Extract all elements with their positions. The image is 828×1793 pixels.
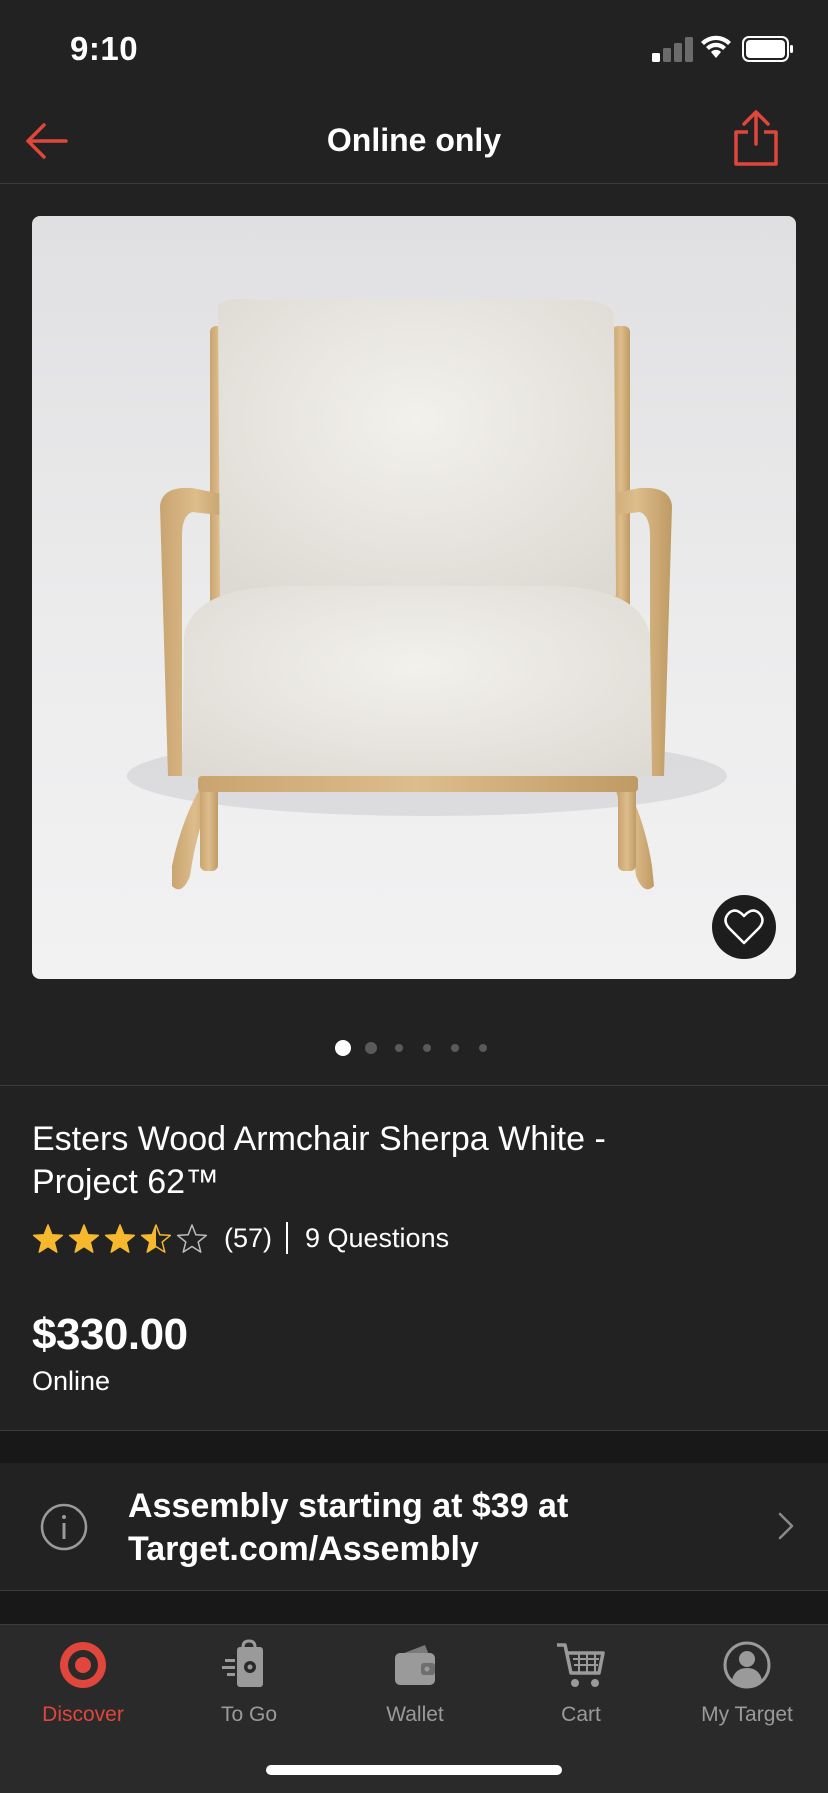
tab-label: To Go [220, 1703, 278, 1726]
page-title: Online only [326, 122, 502, 158]
tab-my-target[interactable]: My Target [664, 1637, 828, 1737]
product-price: $330.00 [32, 1310, 188, 1359]
assembly-line-1: Assembly starting at $39 at [128, 1487, 569, 1525]
tab-cart[interactable]: Cart [498, 1637, 664, 1737]
questions-link[interactable]: 9 Questions [305, 1223, 449, 1254]
product-title-line-2: Project 62™ [32, 1163, 220, 1201]
review-count-link[interactable]: (57) [224, 1223, 272, 1254]
share-icon[interactable] [730, 108, 782, 168]
star-icon [140, 1224, 172, 1253]
star-icon [68, 1224, 100, 1253]
cellular-signal-icon [652, 37, 693, 62]
image-pagination [0, 1038, 828, 1058]
pagination-dot[interactable] [479, 1044, 487, 1052]
star-icon [104, 1224, 136, 1253]
star-icon [32, 1224, 64, 1253]
section-separator [0, 1590, 828, 1625]
tab-wallet[interactable]: Wallet [332, 1637, 498, 1737]
chevron-right-icon [778, 1512, 794, 1540]
armchair-photo [127, 298, 727, 890]
shopping-bag-icon [222, 1639, 263, 1687]
assembly-line-2: Target.com/Assembly [128, 1530, 479, 1568]
tab-label: Wallet [386, 1703, 444, 1726]
cart-icon [557, 1643, 605, 1687]
tab-discover[interactable]: Discover [0, 1637, 166, 1737]
rating-row: (57) 9 Questions [32, 1220, 792, 1260]
pagination-dot[interactable] [423, 1044, 431, 1052]
battery-icon [742, 36, 793, 62]
tab-label: Discover [42, 1703, 124, 1726]
status-time: 9:10 [70, 30, 139, 67]
pagination-dot[interactable] [365, 1042, 377, 1054]
product-image[interactable] [32, 216, 796, 979]
price-availability: Online [32, 1366, 111, 1396]
wifi-icon [701, 35, 731, 58]
assembly-banner[interactable]: Assembly starting at $39 at Target.com/A… [0, 1463, 828, 1589]
tab-label: Cart [561, 1703, 601, 1726]
divider [286, 1222, 288, 1254]
product-title-line-1: Esters Wood Armchair Sherpa White - [32, 1120, 606, 1158]
wallet-icon [395, 1645, 435, 1685]
star-icon [176, 1224, 208, 1253]
pagination-dot-active[interactable] [335, 1040, 351, 1056]
navigation-bar: Online only [0, 100, 828, 184]
tab-to-go[interactable]: To Go [166, 1637, 332, 1737]
status-bar: 9:10 [0, 0, 828, 100]
star-rating[interactable] [32, 1222, 212, 1258]
home-indicator[interactable] [266, 1765, 562, 1775]
heart-icon [724, 909, 764, 945]
pagination-dot[interactable] [395, 1044, 403, 1052]
account-icon [723, 1641, 771, 1689]
assembly-text: Assembly starting at $39 at Target.com/A… [128, 1485, 688, 1571]
pagination-dot[interactable] [451, 1044, 459, 1052]
target-bullseye-icon [60, 1642, 106, 1688]
divider [0, 1085, 828, 1086]
section-separator [0, 1430, 828, 1464]
product-title: Esters Wood Armchair Sherpa White - Proj… [32, 1118, 732, 1204]
favorite-button[interactable] [712, 895, 776, 959]
info-icon [40, 1503, 88, 1551]
tab-label: My Target [701, 1703, 793, 1726]
